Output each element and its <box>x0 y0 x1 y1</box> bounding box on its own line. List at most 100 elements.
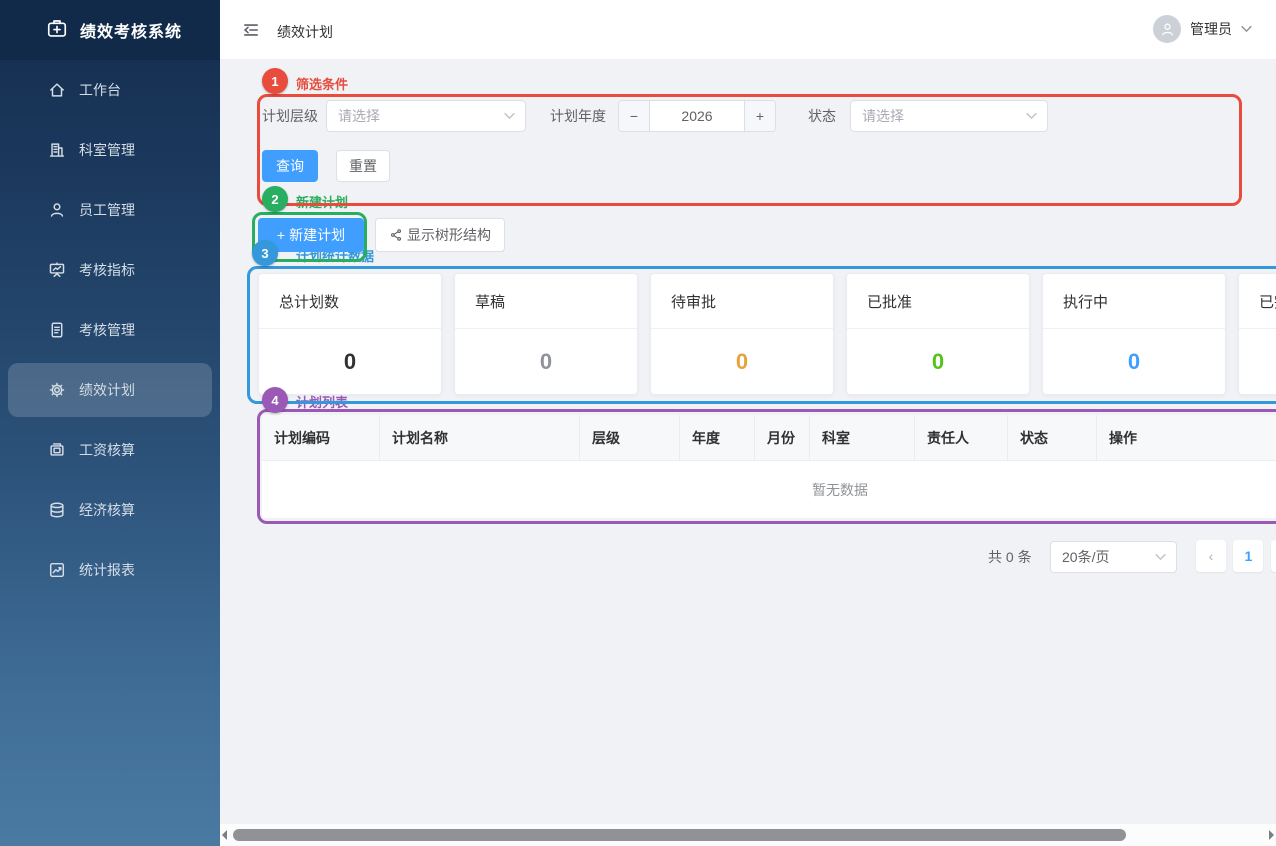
annotation-circle-3: 3 <box>252 240 278 266</box>
col-plan-code: 计划编码 <box>262 415 380 460</box>
fold-menu-icon[interactable] <box>242 21 260 44</box>
stat-card-value: 0 <box>1043 329 1225 395</box>
main-content: 筛选条件 计划层级 请选择 计划年度 − 2026 + 状态 请选择 查询 重置… <box>220 60 1276 846</box>
plan-year-value[interactable]: 2026 <box>650 101 744 131</box>
gear-icon <box>48 381 66 399</box>
home-icon <box>48 81 66 99</box>
page-title: 绩效计划 <box>277 22 333 42</box>
sidebar-item-performance-plan[interactable]: 绩效计划 <box>0 360 220 420</box>
col-plan-name: 计划名称 <box>380 415 580 460</box>
horizontal-scrollbar[interactable] <box>220 824 1276 846</box>
sidebar-item-workbench[interactable]: 工作台 <box>0 60 220 120</box>
user-name: 管理员 <box>1190 19 1232 39</box>
search-button[interactable]: 查询 <box>262 150 318 182</box>
stat-card-value: 0 <box>847 329 1029 395</box>
sidebar-item-label: 绩效计划 <box>79 380 135 400</box>
col-actions: 操作 <box>1097 415 1276 460</box>
sidebar-item-label: 经济核算 <box>79 500 135 520</box>
pager: ‹ 1 › <box>1196 540 1276 572</box>
sidebar-item-employees[interactable]: 员工管理 <box>0 180 220 240</box>
plan-year-stepper: − 2026 + <box>618 100 776 132</box>
sidebar-item-salary[interactable]: 工资核算 <box>0 420 220 480</box>
stat-card-title: 总计划数 <box>259 274 441 329</box>
increase-year-button[interactable]: + <box>744 101 775 131</box>
sidebar-item-assessment[interactable]: 考核管理 <box>0 300 220 360</box>
next-page-button[interactable]: › <box>1271 540 1276 572</box>
building-icon <box>48 141 66 159</box>
app-logo: 绩效考核系统 <box>0 0 220 60</box>
scrollbar-thumb[interactable] <box>233 829 1126 841</box>
annotation-circle-2: 2 <box>262 186 288 212</box>
sidebar-item-departments[interactable]: 科室管理 <box>0 120 220 180</box>
share-icon <box>389 228 403 242</box>
sidebar-item-economy[interactable]: 经济核算 <box>0 480 220 540</box>
stat-card-finished: 已完成 0 <box>1238 273 1276 395</box>
prev-page-button[interactable]: ‹ <box>1196 540 1226 572</box>
sidebar-item-reports[interactable]: 统计报表 <box>0 540 220 600</box>
plan-level-label: 计划层级 <box>262 100 318 132</box>
annotation-circle-4: 4 <box>262 387 288 413</box>
salary-icon <box>48 441 66 459</box>
sidebar-item-label: 科室管理 <box>79 140 135 160</box>
status-select[interactable]: 请选择 <box>850 100 1048 132</box>
avatar <box>1153 15 1181 43</box>
stat-card-title: 已批准 <box>847 274 1029 329</box>
table-header-row: 计划编码 计划名称 层级 年度 月份 科室 责任人 状态 操作 <box>262 415 1276 461</box>
sidebar-item-label: 工作台 <box>79 80 121 100</box>
stat-card-draft: 草稿 0 <box>454 273 638 395</box>
medkit-icon <box>46 17 68 44</box>
board-icon <box>48 261 66 279</box>
stat-card-approved: 已批准 0 <box>846 273 1030 395</box>
col-year: 年度 <box>680 415 755 460</box>
table-empty-text: 暂无数据 <box>262 461 1276 518</box>
sidebar-item-label: 考核指标 <box>79 260 135 280</box>
plan-table: 计划编码 计划名称 层级 年度 月份 科室 责任人 状态 操作 暂无数据 <box>262 415 1276 518</box>
sidebar-item-label: 工资核算 <box>79 440 135 460</box>
stat-card-title: 草稿 <box>455 274 637 329</box>
stat-card-executing: 执行中 0 <box>1042 273 1226 395</box>
user-menu[interactable]: 管理员 <box>1153 15 1252 43</box>
stat-card-title: 待审批 <box>651 274 833 329</box>
sidebar-item-label: 员工管理 <box>79 200 135 220</box>
page-size-select[interactable]: 20条/页 <box>1050 541 1177 573</box>
status-label: 状态 <box>808 100 836 132</box>
annotation-label-1: 筛选条件 <box>296 74 348 93</box>
sidebar-item-label: 考核管理 <box>79 320 135 340</box>
col-department: 科室 <box>810 415 915 460</box>
plan-year-label: 计划年度 <box>550 100 606 132</box>
page-number-1[interactable]: 1 <box>1233 540 1263 572</box>
stat-card-title: 执行中 <box>1043 274 1225 329</box>
stat-card-title: 已完成 <box>1239 274 1276 329</box>
chevron-down-icon <box>1155 548 1166 566</box>
col-month: 月份 <box>755 415 810 460</box>
plan-level-placeholder: 请选择 <box>338 106 504 126</box>
scroll-left-arrow[interactable] <box>222 830 227 840</box>
user-icon <box>48 201 66 219</box>
annotation-circle-1: 1 <box>262 68 288 94</box>
chevron-down-icon <box>504 107 515 125</box>
plan-level-select[interactable]: 请选择 <box>326 100 526 132</box>
stat-card-total: 总计划数 0 <box>258 273 442 395</box>
sidebar-item-indicators[interactable]: 考核指标 <box>0 240 220 300</box>
annotation-label-2: 新建计划 <box>296 192 348 211</box>
chevron-down-icon <box>1026 107 1037 125</box>
col-owner: 责任人 <box>915 415 1008 460</box>
plus-icon: + <box>277 227 285 243</box>
topbar: 绩效计划 管理员 <box>220 0 1276 60</box>
database-icon <box>48 501 66 519</box>
reset-button[interactable]: 重置 <box>336 150 390 182</box>
sidebar-item-label: 统计报表 <box>79 560 135 580</box>
chart-icon <box>48 561 66 579</box>
stat-card-value: 0 <box>455 329 637 395</box>
scroll-right-arrow[interactable] <box>1269 830 1274 840</box>
stat-card-value: 0 <box>259 329 441 395</box>
chevron-down-icon <box>1241 20 1252 38</box>
decrease-year-button[interactable]: − <box>619 101 650 131</box>
document-icon <box>48 321 66 339</box>
annotation-label-4: 计划列表 <box>296 392 348 411</box>
show-tree-button[interactable]: 显示树形结构 <box>375 218 505 252</box>
pagination-total: 共 0 条 <box>988 540 1032 574</box>
show-tree-button-label: 显示树形结构 <box>407 225 491 245</box>
status-placeholder: 请选择 <box>862 106 1026 126</box>
page-size-value: 20条/页 <box>1062 547 1155 567</box>
